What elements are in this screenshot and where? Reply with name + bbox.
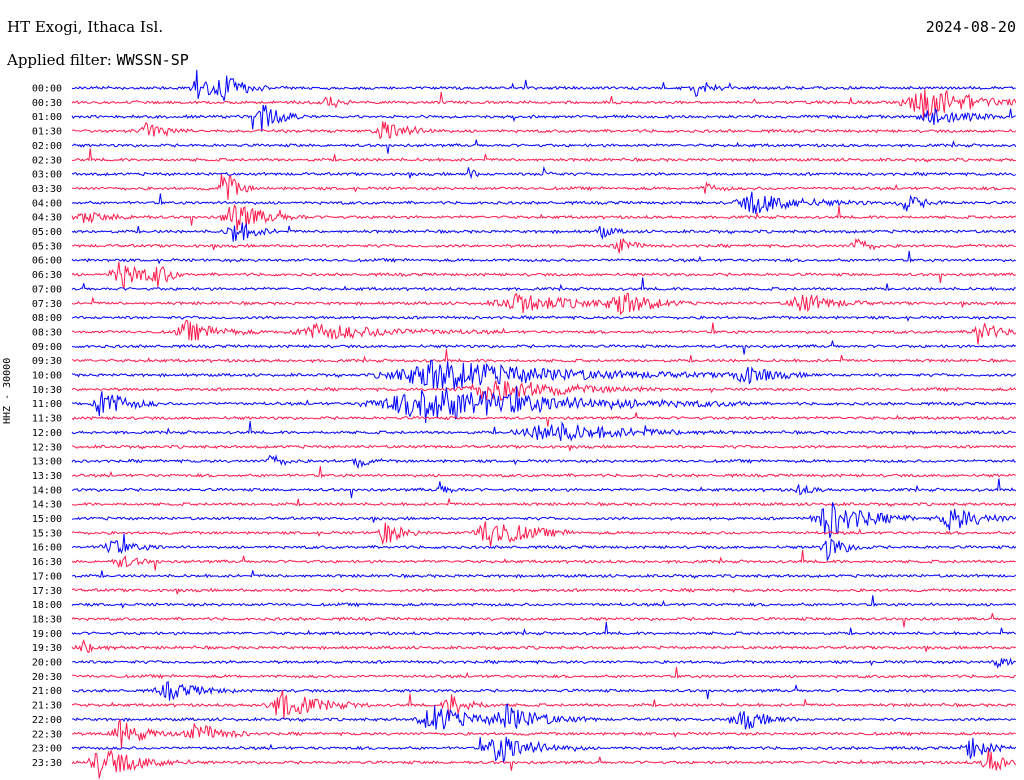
row-time-label: 16:00 [32, 543, 62, 554]
row-time-label: 17:00 [32, 571, 62, 582]
row-time-label: 14:00 [32, 485, 62, 496]
row-time-label: 18:30 [32, 614, 62, 625]
row-time-label: 08:30 [32, 327, 62, 338]
row-time-label: 22:30 [32, 729, 62, 740]
seismic-trace [71, 736, 1017, 763]
seismic-trace [71, 570, 1017, 579]
seismic-trace [71, 498, 1017, 508]
seismic-trace [71, 340, 1017, 355]
row-time-label: 02:00 [32, 141, 62, 152]
helicorder-plot: 00:00 00:30 01:00 01:30 02:00 02:30 03:00 03:30… [32, 69, 1017, 779]
seismic-trace [71, 478, 1017, 499]
seismic-trace [71, 666, 1016, 680]
row-time-label: 06:30 [32, 270, 62, 281]
seismic-trace [71, 533, 1017, 562]
seismic-trace [71, 349, 1016, 364]
row-time-label: 11:30 [32, 414, 62, 425]
row-time-label: 21:00 [32, 686, 62, 697]
seismic-trace [71, 261, 1016, 289]
row-time-label: 20:30 [32, 672, 62, 683]
row-time-label: 00:30 [32, 98, 62, 109]
seismic-trace [71, 595, 1017, 609]
row-time-label: 07:30 [32, 299, 62, 310]
seismic-trace [71, 444, 1016, 451]
seismic-trace [71, 466, 1016, 479]
row-time-label: 04:00 [32, 198, 62, 209]
row-time-label: 04:30 [32, 213, 62, 224]
row-time-label: 16:30 [32, 557, 62, 568]
seismic-trace [72, 681, 1016, 701]
seismic-trace [71, 237, 1016, 254]
row-time-label: 09:30 [32, 356, 62, 367]
row-time-label: 20:00 [32, 658, 62, 669]
row-time-label: 23:30 [32, 758, 62, 769]
seismic-trace [71, 319, 1017, 345]
row-time-label: 06:00 [32, 256, 62, 267]
seismic-trace [71, 587, 1016, 595]
row-time-label: 13:30 [32, 471, 62, 482]
seismic-trace [71, 89, 1017, 120]
seismic-trace [71, 165, 1017, 180]
seismic-trace [71, 250, 1017, 265]
seismic-trace [71, 454, 1016, 470]
row-time-label: 03:00 [32, 170, 62, 181]
row-time-label: 12:30 [32, 442, 62, 453]
seismic-trace [71, 292, 1017, 316]
row-time-label: 15:30 [32, 528, 62, 539]
seismic-trace [71, 139, 1017, 154]
row-time-label: 19:00 [32, 629, 62, 640]
row-time-label: 18:00 [32, 600, 62, 611]
seismic-trace [71, 277, 1016, 292]
seismic-trace [71, 639, 1017, 654]
seismic-trace [71, 121, 1017, 140]
seismic-trace [71, 719, 1016, 749]
row-time-label: 17:30 [32, 586, 62, 597]
row-time-label: 21:30 [32, 701, 62, 712]
seismic-trace [71, 703, 1017, 730]
row-time-label: 00:00 [32, 84, 62, 95]
seismic-trace [71, 613, 1017, 628]
seismic-trace [71, 359, 1017, 390]
row-time-label: 22:00 [32, 715, 62, 726]
seismic-trace [71, 204, 1017, 231]
seismic-trace [71, 315, 1017, 322]
seismic-trace [71, 380, 1017, 402]
row-time-label: 14:30 [32, 500, 62, 511]
seismic-trace [71, 69, 1016, 101]
row-time-label: 23:00 [32, 744, 62, 755]
row-time-label: 07:00 [32, 284, 62, 295]
seismic-trace [71, 412, 1017, 427]
seismic-trace [71, 222, 1017, 242]
row-time-label: 03:30 [32, 184, 62, 195]
seismic-trace [71, 174, 1017, 200]
row-time-label: 01:00 [32, 112, 62, 123]
row-time-label: 05:00 [32, 227, 62, 238]
row-time-label: 10:30 [32, 385, 62, 396]
row-time-label: 13:00 [32, 457, 62, 468]
row-time-label: 05:30 [32, 241, 62, 252]
seismic-trace [71, 191, 1017, 214]
row-time-label: 09:00 [32, 342, 62, 353]
seismic-trace [71, 550, 1016, 571]
row-time-label: 19:30 [32, 643, 62, 654]
row-time-label: 12:00 [32, 428, 62, 439]
row-time-label: 02:30 [32, 155, 62, 166]
seismic-trace [71, 657, 1017, 669]
seismic-trace [71, 148, 1016, 163]
row-time-label: 10:00 [32, 371, 62, 382]
row-time-label: 08:00 [32, 313, 62, 324]
seismic-trace [71, 748, 1017, 779]
seismic-trace [71, 621, 1017, 636]
row-time-label: 15:00 [32, 514, 62, 525]
row-time-label: 01:30 [32, 127, 62, 138]
row-time-label: 11:00 [32, 399, 62, 410]
seismic-trace [71, 104, 1016, 132]
seismic-trace [71, 521, 1016, 547]
seismic-trace [71, 421, 1016, 442]
